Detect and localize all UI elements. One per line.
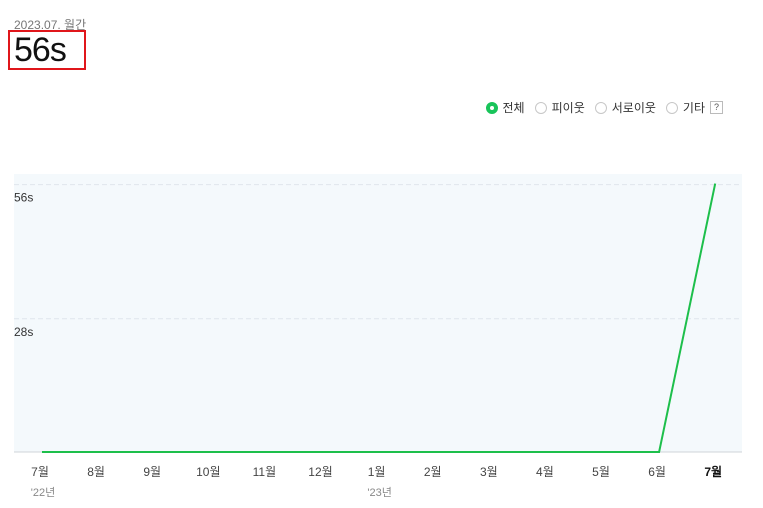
radio-checked-icon[interactable] (485, 101, 498, 114)
x-tick-label: 5월 (592, 465, 610, 479)
help-icon[interactable]: ? (710, 101, 723, 114)
x-tick-label: 3월 (480, 465, 498, 479)
x-tick-label: 2월 (424, 465, 442, 479)
x-tick-label: 6월 (648, 465, 666, 479)
x-tick-label: 8월 (87, 465, 105, 479)
filter-label: 피이웃 (551, 101, 585, 115)
y-tick-label: 28s (14, 325, 33, 339)
x-tick-label: 7월 (31, 465, 49, 479)
plot-background (14, 174, 742, 452)
filter-group: 전체 피이웃 서로이웃 기타 ? (485, 99, 723, 116)
x-tick-label: 10월 (196, 465, 220, 479)
x-tick-label: 1월 (368, 465, 386, 479)
year-label: '23년 (367, 486, 391, 499)
filter-mutual-neighbor[interactable]: 서로이웃 (594, 99, 656, 116)
x-tick-label: 7월 (704, 464, 722, 479)
y-tick-label: 56s (14, 191, 33, 205)
year-label: '22년 (31, 486, 55, 499)
x-tick-label: 4월 (536, 465, 554, 479)
filter-label: 기타 (682, 101, 705, 115)
x-tick-label: 12월 (308, 465, 332, 479)
radio-icon[interactable] (665, 101, 678, 114)
radio-icon[interactable] (594, 101, 607, 114)
filter-neighbor[interactable]: 피이웃 (534, 99, 585, 116)
filter-label: 서로이웃 (611, 101, 656, 115)
line-chart: 28s 56s 7월 8월 9월 10월 11월 12월 1월 2월 3월 4월 5월 6월 7월 '22년 '… (14, 174, 742, 499)
radio-icon[interactable] (534, 101, 547, 114)
x-tick-label: 9월 (143, 465, 161, 479)
total-value-highlight: 56s (8, 30, 86, 70)
x-tick-label: 11월 (253, 465, 277, 479)
filter-label: 전체 (502, 101, 525, 115)
filter-other[interactable]: 기타 ? (665, 99, 723, 116)
filter-all[interactable]: 전체 (485, 99, 525, 116)
